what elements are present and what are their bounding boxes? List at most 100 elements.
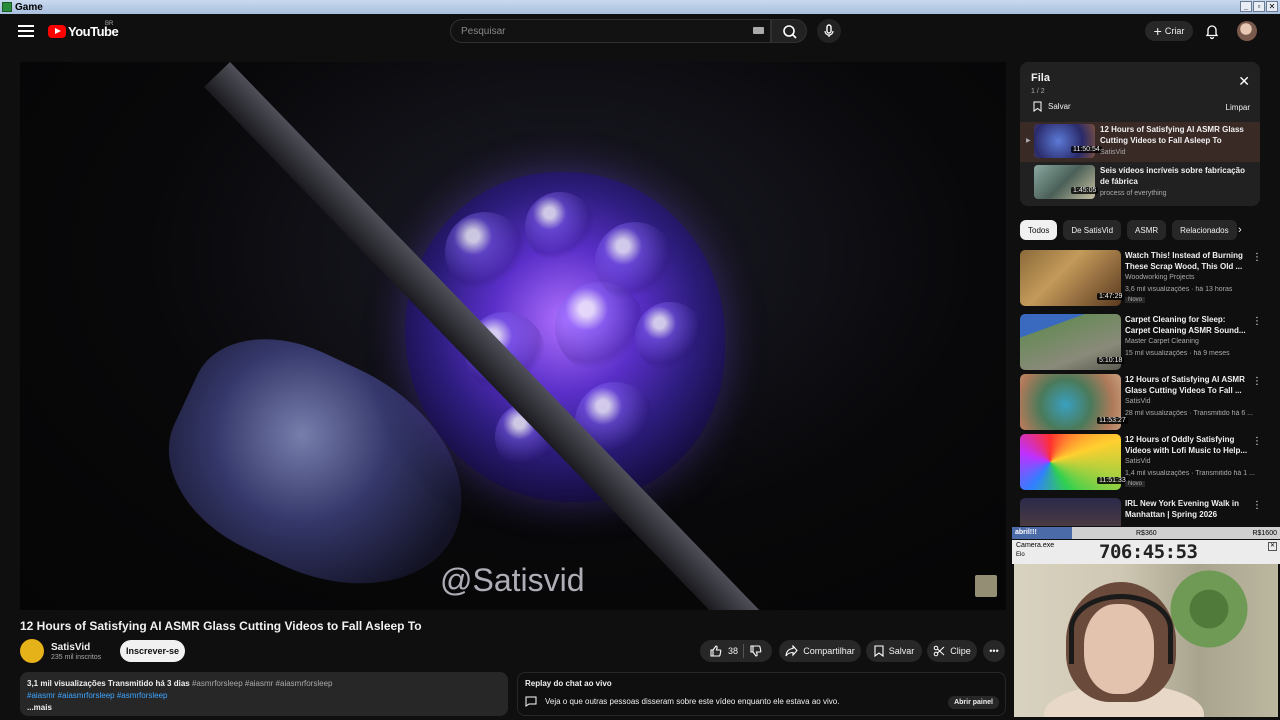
channel-watermark-logo[interactable] [975, 575, 997, 597]
channel-subscribers: 235 mil inscritos [51, 654, 102, 661]
recommendation-meta: 28 mil visualizações · Transmitido há 6 … [1125, 410, 1253, 417]
channel-name[interactable]: SatisVid [51, 642, 90, 653]
queue-item-title: 12 Hours of Satisfying AI ASMR Glass Cut… [1100, 125, 1244, 145]
recommendation-item[interactable]: 5:10:18 Carpet Cleaning for Sleep: Carpe… [1020, 314, 1262, 372]
video-duration: 11:53:27 [1097, 417, 1128, 424]
thumbs-down-icon[interactable] [749, 644, 763, 658]
minimize-button[interactable]: _ [1240, 1, 1252, 12]
microphone-icon [824, 24, 834, 37]
youtube-play-icon [48, 25, 66, 38]
save-button[interactable]: Salvar [866, 640, 922, 662]
more-vertical-icon[interactable]: ⋮ [1252, 500, 1260, 511]
description-tags: #asmrforsleep #aiasmr #aiasmrforsleep [191, 679, 333, 688]
clip-button[interactable]: Clipe [927, 640, 977, 662]
queue-item-channel: process of everything [1100, 190, 1167, 197]
recommendation-meta: 1,4 mil visualizações · Transmitido há 1… [1125, 470, 1255, 477]
show-more-link[interactable]: ...mais [27, 702, 501, 714]
more-vertical-icon[interactable]: ⋮ [1252, 376, 1262, 387]
queue-item-channel: SatisVid [1100, 149, 1126, 156]
chip-from-channel[interactable]: De SatisVid [1063, 220, 1122, 240]
recommendation-title: IRL New York Evening Walk in Manhattan |… [1125, 499, 1239, 519]
open-panel-button[interactable]: Abrir painel [948, 696, 999, 709]
headset-icon [1069, 594, 1173, 664]
account-avatar[interactable] [1237, 21, 1257, 41]
channel-avatar[interactable] [20, 639, 44, 663]
queue-title: Fila [1031, 72, 1050, 84]
hashtag-links[interactable]: #aiasmr #aiasmrforsleep #asmrforsleep [27, 690, 501, 702]
chat-replay-panel: Replay do chat ao vivo Veja o que outras… [517, 672, 1006, 716]
like-count[interactable]: 38 [728, 646, 738, 656]
menu-button[interactable] [17, 22, 35, 40]
queue-item[interactable]: 1:45:05 Seis vídeos incríveis sobre fabr… [1020, 163, 1260, 203]
top-navbar: YouTube BR Pesquisar + Criar [0, 14, 1280, 48]
recommendation-channel[interactable]: Woodworking Projects [1125, 274, 1195, 281]
youtube-logo[interactable]: YouTube BR [48, 21, 119, 39]
voice-search-button[interactable] [817, 19, 841, 43]
recommendation-item[interactable]: 11:51:33 12 Hours of Oddly Satisfying Vi… [1020, 434, 1262, 492]
notifications-button[interactable] [1203, 22, 1221, 40]
camera-window-header: Camera.exe Elo 706:45:53 ✕ [1012, 540, 1280, 564]
chip-asmr[interactable]: ASMR [1127, 220, 1167, 240]
close-icon[interactable]: ✕ [1268, 542, 1277, 551]
video-watermark: @Satisvid [440, 562, 585, 598]
more-vertical-icon[interactable]: ⋮ [1252, 316, 1262, 327]
recommendation-title: 12 Hours of Satisfying AI ASMR Glass Cut… [1125, 375, 1245, 395]
subscribe-button[interactable]: Inscrever-se [120, 640, 185, 662]
bookmark-icon [874, 645, 884, 657]
goal-label: abril!!! [1012, 527, 1072, 539]
queue-clear-button[interactable]: Limpar [1226, 103, 1250, 112]
recommendation-item[interactable]: 1:47:29 Watch This! Instead of Burning T… [1020, 250, 1262, 308]
recommendation-title: Carpet Cleaning for Sleep: Carpet Cleani… [1125, 315, 1246, 335]
close-window-button[interactable]: ✕ [1266, 1, 1278, 12]
queue-item[interactable]: ▶ 11:50:54 12 Hours of Satisfying AI ASM… [1020, 122, 1260, 162]
goal-current: R$360 [1136, 529, 1157, 537]
view-stats: 3,1 mil visualizações Transmitido há 3 d… [27, 679, 190, 688]
description-box[interactable]: 3,1 mil visualizações Transmitido há 3 d… [20, 672, 508, 716]
video-duration: 5:10:18 [1097, 357, 1125, 364]
app-icon [2, 2, 12, 12]
queue-save-button[interactable]: Salvar [1033, 101, 1071, 112]
bookmark-icon [1033, 101, 1042, 112]
search-icon [783, 25, 797, 39]
maximize-button[interactable]: ▫ [1253, 1, 1265, 12]
filter-chips: Todos De SatisVid ASMR Relacionados [1020, 220, 1237, 240]
chat-icon [525, 696, 537, 707]
stream-goal-bar: abril!!! R$360 R$1600 [1012, 527, 1280, 539]
recommendation-channel[interactable]: Master Carpet Cleaning [1125, 338, 1199, 345]
queue-duration: 1:45:05 [1071, 187, 1099, 194]
window-controls: _ ▫ ✕ [1240, 1, 1278, 12]
more-horizontal-icon: ••• [989, 646, 999, 656]
keyboard-icon[interactable] [753, 27, 764, 34]
country-code: BR [105, 21, 114, 27]
video-thumbnail [1020, 498, 1121, 526]
recommendation-item[interactable]: 11:53:27 12 Hours of Satisfying AI ASMR … [1020, 374, 1262, 432]
recommendation-item[interactable]: IRL New York Evening Walk in Manhattan |… [1020, 498, 1260, 526]
scissors-icon [933, 645, 945, 657]
create-button[interactable]: + Criar [1145, 21, 1193, 41]
video-title: 12 Hours of Satisfying AI ASMR Glass Cut… [20, 619, 422, 633]
camera-window-subtitle: Elo [1016, 552, 1025, 558]
more-vertical-icon[interactable]: ⋮ [1252, 436, 1262, 447]
camera-window-title: Camera.exe [1016, 542, 1055, 549]
video-player[interactable]: @Satisvid [20, 62, 1006, 610]
now-playing-icon: ▶ [1026, 138, 1031, 144]
search-input[interactable]: Pesquisar [450, 19, 771, 43]
recommendation-meta: 3,6 mil visualizações · há 13 horas [1125, 286, 1233, 293]
bell-icon [1205, 25, 1219, 40]
recommendation-channel[interactable]: SatisVid [1125, 458, 1151, 465]
search-placeholder: Pesquisar [461, 25, 506, 37]
share-button[interactable]: Compartilhar [779, 640, 861, 662]
close-icon[interactable]: ✕ [1238, 74, 1250, 88]
chevron-right-icon[interactable]: › [1238, 224, 1242, 236]
like-dislike-group: 38 [700, 640, 772, 662]
chip-all[interactable]: Todos [1020, 220, 1058, 240]
queue-duration: 11:50:54 [1071, 146, 1102, 153]
search-button[interactable] [771, 19, 807, 43]
queue-panel: Fila 1 / 2 ✕ Salvar Limpar ▶ 11:50:54 12… [1020, 62, 1260, 206]
more-vertical-icon[interactable]: ⋮ [1252, 252, 1262, 263]
share-icon [785, 645, 798, 657]
chat-replay-title: Replay do chat ao vivo [525, 679, 612, 688]
recommendation-channel[interactable]: SatisVid [1125, 398, 1151, 405]
more-actions-button[interactable]: ••• [983, 640, 1005, 662]
chip-related[interactable]: Relacionados [1172, 220, 1237, 240]
